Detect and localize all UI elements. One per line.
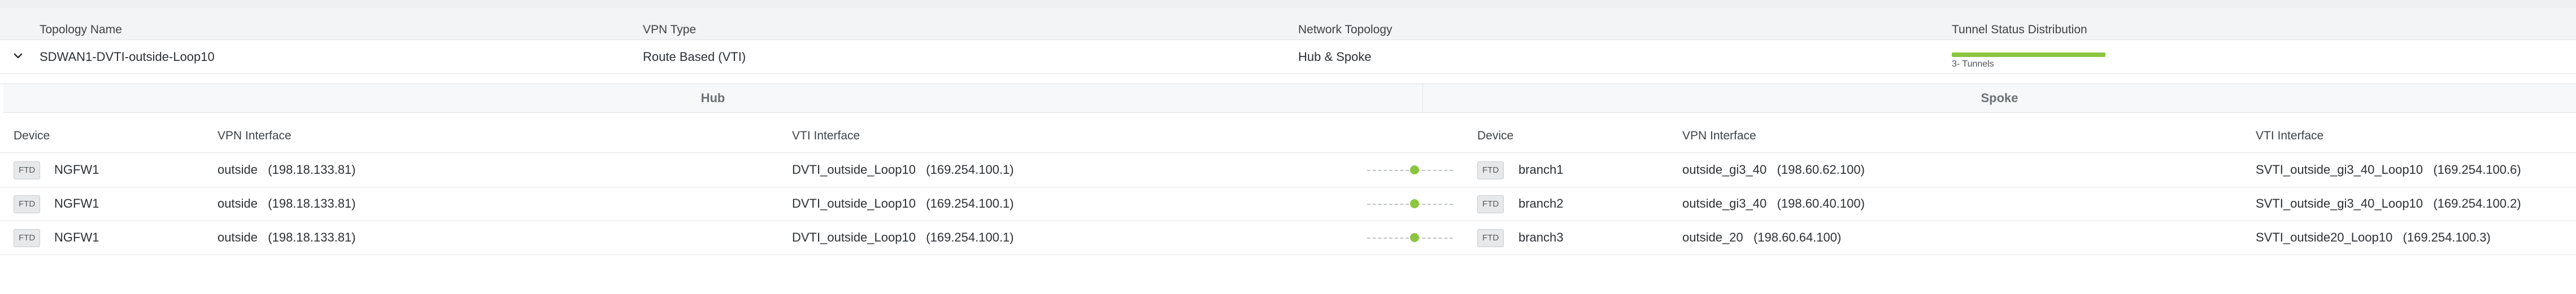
device-type-badge: FTD bbox=[14, 229, 41, 247]
chevron-down-icon[interactable] bbox=[12, 50, 24, 62]
spoke-vti-interface: SVTI_outside20_Loop10 (169.254.100.3) bbox=[2256, 230, 2491, 244]
column-header-network-topology[interactable]: Network Topology bbox=[1298, 23, 1393, 37]
device-type-badge: FTD bbox=[14, 161, 41, 179]
top-strip bbox=[0, 0, 2576, 8]
table-row[interactable] bbox=[0, 153, 2576, 187]
spoke-vti-interface: SVTI_outside_gi3_40_Loop10 (169.254.100.… bbox=[2256, 196, 2521, 210]
tunnel-status-dot[interactable] bbox=[1410, 233, 1419, 242]
spoke-vpn-interface-header: VPN Interface bbox=[1682, 129, 1756, 142]
device-type-badge: FTD bbox=[1477, 195, 1504, 213]
column-header-tunnel-status[interactable]: Tunnel Status Distribution bbox=[1952, 23, 2087, 37]
topology-row[interactable] bbox=[0, 40, 2576, 74]
hub-vti-interface: DVTI_outside_Loop10 (169.254.100.1) bbox=[792, 196, 1014, 210]
hub-vpn-interface: outside (198.18.133.81) bbox=[217, 230, 356, 244]
spoke-device-name[interactable]: branch2 bbox=[1518, 196, 1564, 211]
topology-name: SDWAN1-DVTI-outside-Loop10 bbox=[40, 50, 215, 64]
spoke-group-header: Spoke bbox=[1423, 84, 2576, 113]
tunnel-status-dot[interactable] bbox=[1410, 199, 1419, 208]
tunnel-status-bar[interactable] bbox=[1952, 52, 2105, 57]
tunnel-count-label: 3- Tunnels bbox=[1952, 59, 1994, 69]
topology-table-header: Topology Name VPN Type Network Topology … bbox=[0, 8, 2576, 40]
hub-vti-interface: DVTI_outside_Loop10 (169.254.100.1) bbox=[792, 163, 1014, 177]
column-header-topology-name[interactable]: Topology Name bbox=[40, 23, 122, 37]
hub-vpn-interface-header: VPN Interface bbox=[217, 129, 291, 142]
spoke-vti-interface: SVTI_outside_gi3_40_Loop10 (169.254.100.… bbox=[2256, 163, 2521, 177]
hub-vti-interface: DVTI_outside_Loop10 (169.254.100.1) bbox=[792, 230, 1014, 244]
spoke-vpn-interface: outside_gi3_40 (198.60.62.100) bbox=[1682, 163, 1865, 177]
device-type-badge: FTD bbox=[1477, 229, 1504, 247]
column-header-vpn-type[interactable]: VPN Type bbox=[643, 23, 696, 37]
table-row[interactable] bbox=[0, 187, 2576, 221]
vpn-type-value: Route Based (VTI) bbox=[643, 50, 746, 64]
spoke-device-header: Device bbox=[1477, 129, 1514, 142]
hub-device-name[interactable]: NGFW1 bbox=[54, 163, 99, 177]
hub-vpn-interface: outside (198.18.133.81) bbox=[217, 196, 356, 210]
spoke-vpn-interface: outside_20 (198.60.64.100) bbox=[1682, 230, 1842, 244]
hub-vpn-interface: outside (198.18.133.81) bbox=[217, 163, 356, 177]
device-type-badge: FTD bbox=[1477, 161, 1504, 179]
hub-device-name[interactable]: NGFW1 bbox=[54, 196, 99, 211]
spoke-device-name[interactable]: branch1 bbox=[1518, 163, 1564, 177]
spoke-vti-interface-header: VTI Interface bbox=[2256, 129, 2324, 142]
spoke-device-name[interactable]: branch3 bbox=[1518, 230, 1564, 245]
network-topology-value: Hub & Spoke bbox=[1298, 50, 1372, 64]
device-type-badge: FTD bbox=[14, 195, 41, 213]
table-row[interactable] bbox=[0, 221, 2576, 255]
spoke-vpn-interface: outside_gi3_40 (198.60.40.100) bbox=[1682, 196, 1865, 210]
tunnel-status-dot[interactable] bbox=[1410, 165, 1419, 174]
hub-vti-interface-header: VTI Interface bbox=[792, 129, 860, 142]
hub-device-name[interactable]: NGFW1 bbox=[54, 230, 99, 245]
hub-group-header: Hub bbox=[3, 84, 1423, 113]
hub-device-header: Device bbox=[14, 129, 50, 142]
